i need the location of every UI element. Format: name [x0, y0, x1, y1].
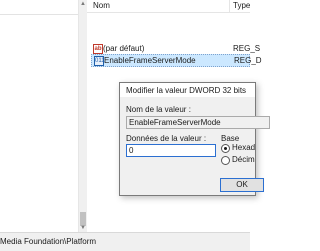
radio-label: Hexad: [232, 143, 256, 152]
edit-dword-dialog[interactable]: Modifier la valeur DWORD 32 bits Nom de …: [119, 82, 270, 196]
tree-separator: [0, 14, 86, 15]
radio-label: Décim: [232, 155, 255, 164]
list-header: Nom Type: [87, 0, 250, 13]
binary-value-icon: 011: [94, 56, 105, 66]
value-type: REG_D: [234, 56, 262, 65]
scroll-down-arrow-icon[interactable]: ▼: [79, 224, 87, 232]
radio-unselected-icon: [221, 156, 230, 165]
column-divider[interactable]: [229, 0, 230, 12]
value-row-enableframeservermode[interactable]: 011 EnableFrameServerMode REG_D: [91, 54, 262, 67]
base-group-label: Base: [221, 134, 240, 143]
dialog-title: Modifier la valeur DWORD 32 bits: [126, 86, 247, 95]
status-bar: Media Foundation\Platform: [0, 232, 250, 251]
string-value-icon: ab: [93, 44, 103, 54]
value-data-label: Données de la valeur :: [126, 134, 207, 143]
value-row-default[interactable]: ab (par défaut) REG_S: [87, 43, 260, 54]
value-data-input[interactable]: 0: [126, 144, 216, 157]
column-header-type[interactable]: Type: [233, 1, 250, 10]
value-name: (par défaut): [103, 44, 145, 53]
dialog-titlebar[interactable]: Modifier la valeur DWORD 32 bits: [120, 83, 255, 97]
scroll-up-arrow-icon[interactable]: ▲: [79, 0, 87, 8]
registry-tree-pane[interactable]: ▲ ▼: [0, 0, 87, 232]
radio-selected-icon: [221, 144, 230, 153]
status-path: Media Foundation\Platform: [0, 237, 97, 246]
column-header-name[interactable]: Nom: [93, 1, 110, 10]
value-name-field: EnableFrameServerMode: [126, 116, 270, 129]
value-name: EnableFrameServerMode: [104, 56, 196, 65]
base-decimal-radio[interactable]: Décim: [221, 155, 261, 165]
ok-button[interactable]: OK: [220, 178, 264, 192]
value-type: REG_S: [233, 44, 261, 53]
value-name-label: Nom de la valeur :: [126, 105, 191, 114]
base-hexadecimal-radio[interactable]: Hexad: [221, 143, 261, 153]
tree-vertical-scrollbar[interactable]: ▲ ▼: [78, 0, 87, 232]
